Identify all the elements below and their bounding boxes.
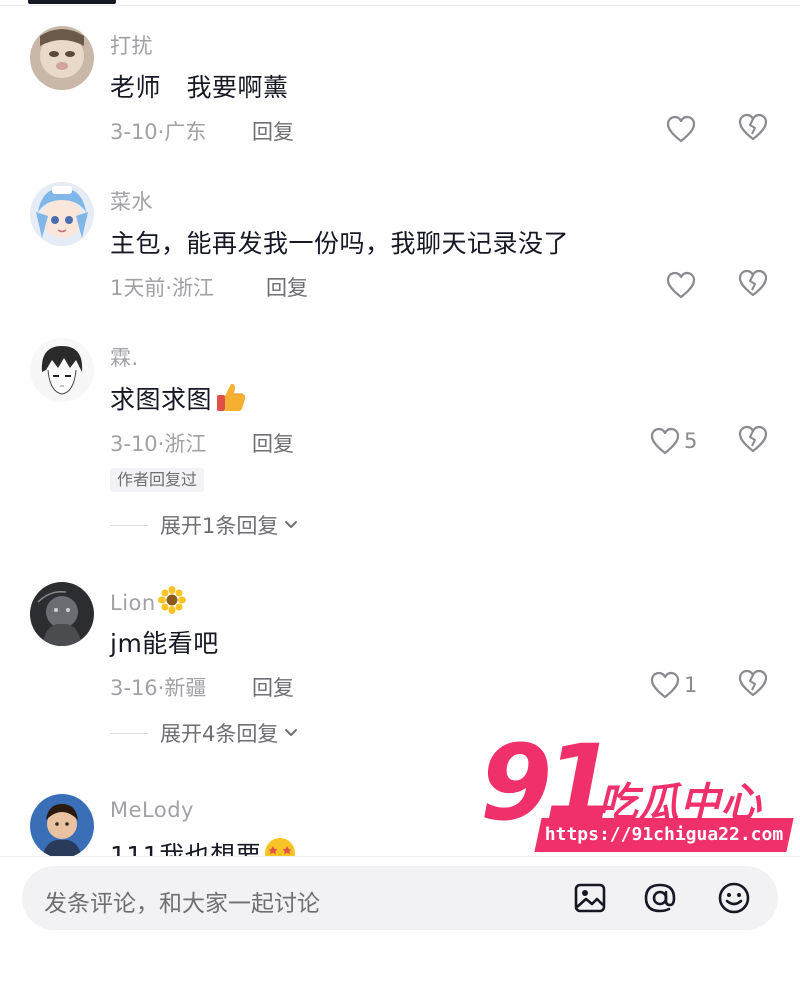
active-tab-indicator (28, 0, 116, 4)
heart-icon (666, 271, 696, 299)
username[interactable]: 菜水 (110, 186, 153, 216)
expand-divider (110, 732, 148, 734)
watermark-url-banner: https://91chigua22.com (534, 818, 794, 852)
comment-text-body: 111我也想要 (110, 841, 262, 856)
expand-divider (110, 524, 148, 526)
expand-replies-button[interactable]: 展开4条回复 (110, 718, 298, 748)
reply-button[interactable]: 回复 (252, 428, 294, 458)
username-text: Lion (110, 591, 156, 615)
dislike-button[interactable] (738, 668, 768, 698)
like-button[interactable]: 1 (650, 670, 697, 700)
author-replied-badge: 作者回复过 (110, 468, 205, 492)
chevron-down-icon (285, 729, 298, 736)
comment-text: 老师 我要啊薰 (110, 73, 289, 102)
broken-heart-icon (738, 669, 768, 697)
chevron-down-icon (285, 521, 298, 528)
like-button[interactable] (666, 270, 696, 300)
expand-replies-label: 展开4条回复 (160, 722, 279, 746)
input-divider (0, 856, 800, 857)
dislike-button[interactable] (738, 268, 768, 298)
like-button[interactable] (666, 114, 696, 144)
broken-heart-icon (738, 269, 768, 297)
thumbs-up-icon (214, 380, 248, 420)
comment-input[interactable]: 发条评论，和大家一起讨论 (44, 884, 320, 918)
avatar[interactable] (30, 182, 94, 246)
username[interactable]: MeLody (110, 798, 194, 822)
comment-text: 求图求图 (110, 380, 248, 420)
broken-heart-icon (738, 425, 768, 453)
avatar[interactable] (30, 582, 94, 646)
emoji-icon[interactable] (716, 880, 752, 916)
comment-meta: 3-16·新疆 (110, 672, 206, 702)
starry-eyes-icon (263, 836, 297, 856)
like-count: 5 (684, 429, 698, 453)
at-icon[interactable] (642, 880, 678, 916)
comment-meta: 3-10·浙江 (110, 428, 206, 458)
avatar[interactable] (30, 794, 94, 856)
avatar[interactable] (30, 338, 94, 402)
reply-button[interactable]: 回复 (252, 116, 294, 146)
comment-input-bar[interactable]: 发条评论，和大家一起讨论 (22, 866, 778, 930)
comment-location: 新疆 (164, 676, 207, 700)
avatar[interactable] (30, 26, 94, 90)
comment-location: 浙江 (172, 276, 215, 300)
comment-date: 3-16 (110, 676, 158, 700)
watermark-url: https://91chigua22.com (544, 824, 784, 845)
comment-text-body: 求图求图 (110, 385, 213, 414)
comment-location: 广东 (164, 120, 207, 144)
reply-button[interactable]: 回复 (266, 272, 308, 302)
reply-button[interactable]: 回复 (252, 672, 294, 702)
expand-replies-button[interactable]: 展开1条回复 (110, 510, 298, 540)
comment-text: 111我也想要 (110, 836, 297, 856)
expand-replies-label: 展开1条回复 (160, 514, 279, 538)
comment-date: 3-10 (110, 120, 158, 144)
like-count: 1 (684, 673, 698, 697)
username[interactable]: 霖. (110, 342, 139, 372)
image-icon[interactable] (572, 880, 608, 916)
comment-text: jm能看吧 (110, 629, 219, 658)
comment-list[interactable]: 打扰 老师 我要啊薰 3-10·广东 回复 菜水 主包，能再发我一份吗，我聊天记… (0, 6, 800, 856)
dislike-button[interactable] (738, 424, 768, 454)
broken-heart-icon (738, 113, 768, 141)
comment-text: 主包，能再发我一份吗，我聊天记录没了 (110, 229, 570, 258)
comment-date: 1天前 (110, 276, 166, 300)
comment-location: 浙江 (164, 432, 207, 456)
username[interactable]: 打扰 (110, 30, 153, 60)
like-button[interactable]: 5 (650, 426, 697, 456)
username[interactable]: Lion (110, 586, 186, 619)
comment-meta: 1天前·浙江 (110, 272, 214, 302)
dislike-button[interactable] (738, 112, 768, 142)
watermark-logo: 91 吃瓜中心 https://91chigua22.com (478, 728, 798, 856)
heart-icon (666, 115, 696, 143)
comment-meta: 3-10·广东 (110, 116, 206, 146)
sunflower-icon (157, 586, 186, 619)
heart-icon (650, 671, 680, 699)
heart-icon (650, 427, 680, 455)
comment-date: 3-10 (110, 432, 158, 456)
